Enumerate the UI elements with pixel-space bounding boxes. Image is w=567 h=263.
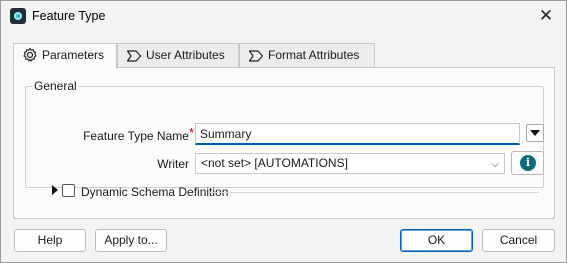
feature-type-name-label: Feature Type Name* — [83, 125, 194, 143]
help-button[interactable]: Help — [14, 229, 86, 252]
tag-icon — [248, 50, 264, 62]
writer-label: Writer — [157, 157, 189, 171]
tab-format-attributes-label: Format Attributes — [268, 48, 360, 62]
general-groupbox: Feature Type Name* Summary Writer <not s… — [25, 86, 544, 199]
dynamic-schema-label: Dynamic Schema Definition — [81, 185, 229, 199]
gear-icon — [23, 47, 37, 62]
tab-user-attributes[interactable]: User Attributes — [117, 43, 239, 68]
tab-user-attributes-label: User Attributes — [146, 48, 225, 62]
app-icon — [10, 8, 26, 24]
chevron-down-icon: ⌵ — [491, 159, 499, 170]
writer-select[interactable]: <not set> [AUTOMATIONS] ⌵ — [195, 153, 505, 174]
title-bar: Feature Type ✕ — [1, 1, 566, 32]
tab-parameters[interactable]: Parameters — [13, 43, 117, 69]
window-title: Feature Type — [32, 9, 106, 23]
feature-type-name-input[interactable]: Summary — [195, 123, 520, 145]
writer-info-button[interactable]: i — [511, 151, 544, 175]
ok-button[interactable]: OK — [400, 229, 473, 252]
parameters-panel: Feature Type Name* Summary Writer <not s… — [13, 67, 555, 219]
tab-parameters-label: Parameters — [42, 48, 105, 62]
apply-to-button[interactable]: Apply to... — [95, 229, 167, 252]
dynamic-schema-checkbox[interactable] — [62, 184, 75, 197]
writer-select-value: <not set> [AUTOMATIONS] — [201, 156, 348, 170]
cancel-button[interactable]: Cancel — [482, 229, 555, 252]
name-options-button[interactable] — [526, 124, 544, 142]
feature-type-dialog: Feature Type ✕ Parameters User Attribute… — [0, 0, 567, 263]
close-button[interactable]: ✕ — [536, 6, 556, 26]
info-icon: i — [520, 155, 536, 171]
tab-format-attributes[interactable]: Format Attributes — [239, 43, 375, 68]
dynamic-schema-expander[interactable] — [52, 185, 58, 195]
tag-icon — [126, 50, 142, 62]
section-divider — [209, 192, 539, 193]
required-marker: * — [188, 125, 194, 140]
general-legend: General — [32, 79, 79, 93]
